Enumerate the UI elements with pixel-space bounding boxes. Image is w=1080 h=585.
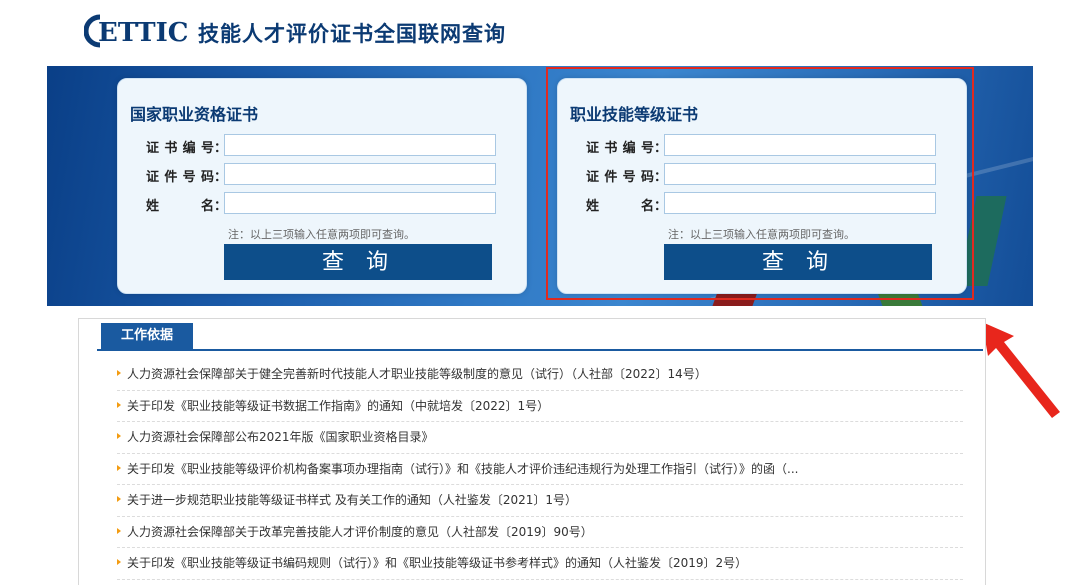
panel-title: 国家职业资格证书 bbox=[130, 105, 259, 124]
site-header: ETTIC 技能人才评价证书全国联网查询 bbox=[0, 0, 1080, 66]
list-item: 人力资源社会保障部公布2021年版《国家职业资格目录》 bbox=[117, 422, 963, 454]
bullet-icon bbox=[117, 370, 121, 376]
bullet-icon bbox=[117, 433, 121, 439]
field-label: 证书编号 bbox=[146, 141, 214, 156]
query-button[interactable]: 查询 bbox=[664, 244, 932, 280]
id-number-input[interactable] bbox=[664, 163, 936, 185]
ettic-logo-icon: ETTIC bbox=[84, 14, 188, 48]
query-button[interactable]: 查询 bbox=[224, 244, 492, 280]
query-note: 注：以上三项输入任意两项即可查询。 bbox=[668, 228, 855, 241]
panel-national-qualification: 国家职业资格证书 证书编号： 证件号码： 姓名： 注：以上三项输入任意两项即可查… bbox=[117, 78, 527, 294]
panel-title: 职业技能等级证书 bbox=[570, 105, 699, 124]
site-title: 技能人才评价证书全国联网查询 bbox=[198, 22, 506, 46]
policy-link[interactable]: 人力资源社会保障部公布2021年版《国家职业资格目录》 bbox=[127, 428, 434, 445]
policy-link[interactable]: 关于印发《职业技能等级评价机构备案事项办理指南（试行）》和《技能人才评价违纪违规… bbox=[127, 460, 798, 477]
policy-link[interactable]: 关于印发《职业技能等级证书编码规则（试行）》和《职业技能等级证书参考样式》的通知… bbox=[127, 554, 747, 571]
field-row-id-number: 证件号码： bbox=[586, 163, 956, 187]
name-input[interactable] bbox=[224, 192, 496, 214]
list-item: 关于进一步规范职业技能等级证书样式 及有关工作的通知（人社鉴发〔2021〕1号） bbox=[117, 485, 963, 517]
policy-list: 人力资源社会保障部关于健全完善新时代技能人才职业技能等级制度的意见（试行）（人社… bbox=[117, 359, 963, 580]
policy-link[interactable]: 人力资源社会保障部关于健全完善新时代技能人才职业技能等级制度的意见（试行）（人社… bbox=[127, 365, 707, 382]
query-note: 注：以上三项输入任意两项即可查询。 bbox=[228, 228, 415, 241]
field-row-id-number: 证件号码： bbox=[146, 163, 516, 187]
bullet-icon bbox=[117, 559, 121, 565]
red-arrow-icon bbox=[982, 322, 1060, 418]
field-row-name: 姓名： bbox=[586, 192, 956, 216]
policy-link[interactable]: 人力资源社会保障部关于改革完善技能人才评价制度的意见（人社部发〔2019〕90号… bbox=[127, 523, 593, 540]
section-tabbar: 工作依据 bbox=[97, 319, 983, 351]
cert-number-input[interactable] bbox=[224, 134, 496, 156]
svg-text:ETTIC: ETTIC bbox=[98, 18, 188, 48]
list-item: 关于印发《职业技能等级评价机构备案事项办理指南（试行）》和《技能人才评价违纪违规… bbox=[117, 454, 963, 485]
field-label: 证件号码 bbox=[586, 170, 654, 185]
policy-link[interactable]: 关于印发《职业技能等级证书数据工作指南》的通知（中就培发〔2022〕1号） bbox=[127, 397, 549, 414]
field-row-cert-number: 证书编号： bbox=[586, 134, 956, 158]
bullet-icon bbox=[117, 401, 121, 408]
ettic-logo[interactable]: ETTIC bbox=[84, 14, 194, 48]
list-item: 关于印发《职业技能等级证书数据工作指南》的通知（中就培发〔2022〕1号） bbox=[117, 391, 963, 422]
bullet-icon bbox=[117, 527, 121, 534]
field-row-cert-number: 证书编号： bbox=[146, 134, 516, 158]
field-label: 姓名 bbox=[586, 199, 654, 214]
field-label: 证书编号 bbox=[586, 141, 654, 156]
field-label: 姓名 bbox=[146, 199, 214, 214]
work-basis-section: 工作依据 人力资源社会保障部关于健全完善新时代技能人才职业技能等级制度的意见（试… bbox=[78, 318, 986, 585]
list-item: 人力资源社会保障部关于健全完善新时代技能人才职业技能等级制度的意见（试行）（人社… bbox=[117, 359, 963, 391]
name-input[interactable] bbox=[664, 192, 936, 214]
policy-link[interactable]: 关于进一步规范职业技能等级证书样式 及有关工作的通知（人社鉴发〔2021〕1号） bbox=[127, 491, 577, 508]
query-banner: 国家职业资格证书 证书编号： 证件号码： 姓名： 注：以上三项输入任意两项即可查… bbox=[47, 66, 1033, 306]
id-number-input[interactable] bbox=[224, 163, 496, 185]
field-row-name: 姓名： bbox=[146, 192, 516, 216]
panel-skill-level: 职业技能等级证书 证书编号： 证件号码： 姓名： 注：以上三项输入任意两项即可查… bbox=[557, 78, 967, 294]
field-label: 证件号码 bbox=[146, 170, 214, 185]
bullet-icon bbox=[117, 464, 121, 471]
list-item: 人力资源社会保障部关于改革完善技能人才评价制度的意见（人社部发〔2019〕90号… bbox=[117, 517, 963, 548]
bullet-icon bbox=[117, 496, 121, 502]
tab-work-basis[interactable]: 工作依据 bbox=[101, 323, 193, 349]
list-item: 关于印发《职业技能等级证书编码规则（试行）》和《职业技能等级证书参考样式》的通知… bbox=[117, 548, 963, 580]
cert-number-input[interactable] bbox=[664, 134, 936, 156]
